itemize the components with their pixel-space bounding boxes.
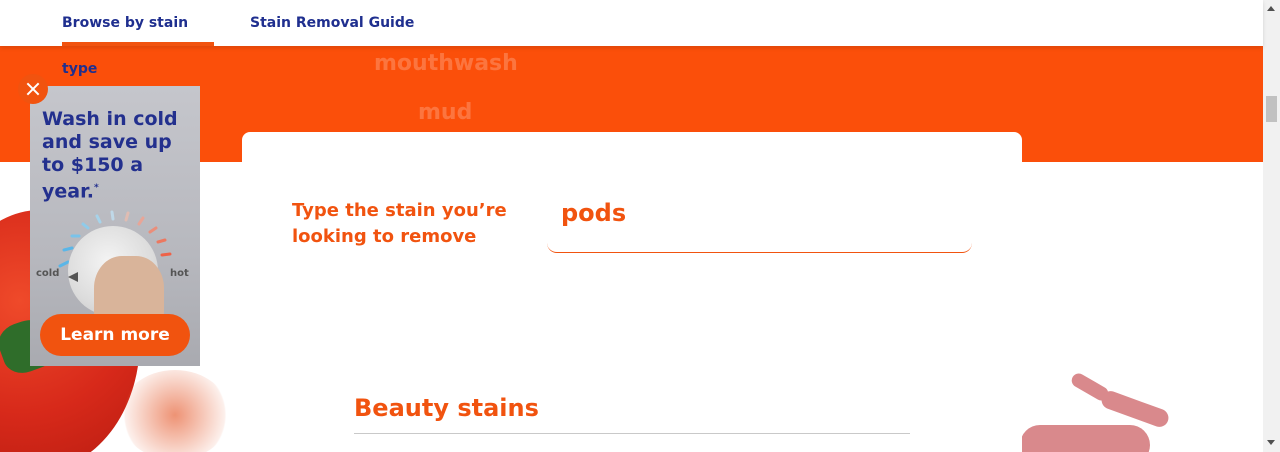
top-nav: Browse by stain type Stain Removal Guide: [0, 0, 1263, 77]
section-title-beauty-stains: Beauty stains: [354, 394, 539, 422]
dial-cold-label: cold: [36, 268, 60, 279]
stain-search-input[interactable]: [561, 196, 951, 230]
page-scrollbar[interactable]: [1263, 0, 1280, 452]
tab-stain-removal-guide[interactable]: Stain Removal Guide: [250, 0, 414, 46]
scroll-up-icon[interactable]: [1267, 6, 1275, 11]
stain-search-field[interactable]: [547, 188, 972, 253]
scroll-thumb[interactable]: [1266, 96, 1277, 122]
hand-decoration: [1010, 370, 1200, 452]
ad-headline-text: Wash in cold and save up to $150 a year.: [42, 108, 178, 203]
ticker-word: mud: [418, 100, 473, 125]
ad-headline: Wash in cold and save up to $150 a year.…: [42, 108, 197, 203]
active-tab-underline: [62, 42, 214, 46]
hand-palm: [1020, 425, 1150, 452]
dial-hot-label: hot: [170, 268, 189, 279]
tab-guide-label: Stain Removal Guide: [250, 15, 415, 31]
scroll-down-icon[interactable]: [1267, 440, 1275, 445]
close-icon[interactable]: [18, 74, 48, 104]
hand-finger: [1099, 388, 1171, 430]
arrow-left-icon: [68, 272, 78, 282]
section-divider: [354, 433, 910, 434]
tab-browse-by-stain-type[interactable]: Browse by stain type: [62, 0, 214, 77]
ticker-word: mouthwash: [374, 51, 518, 76]
stain-splash: [120, 370, 230, 452]
learn-more-button[interactable]: Learn more: [40, 314, 190, 356]
ad-footnote-mark: *: [93, 183, 99, 193]
stain-search-card: Type the stain you’re looking to remove …: [242, 132, 1022, 452]
search-prompt: Type the stain you’re looking to remove: [292, 200, 507, 247]
promo-ad[interactable]: Wash in cold and save up to $150 a year.…: [30, 86, 200, 366]
